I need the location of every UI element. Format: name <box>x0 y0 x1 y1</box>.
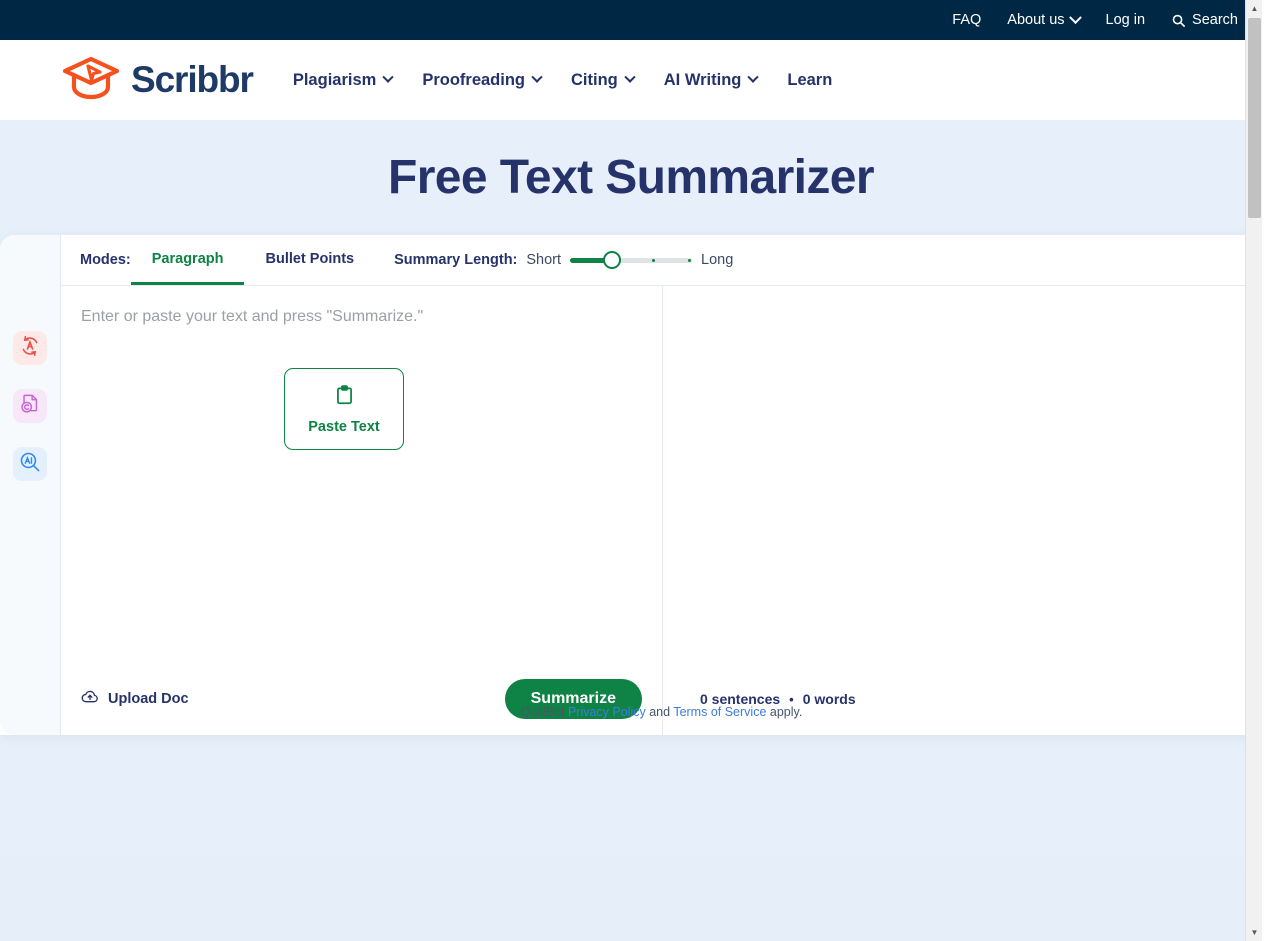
scrollbar-thumb[interactable] <box>1248 18 1261 218</box>
editor-panes: Enter or paste your text and press "Summ… <box>61 286 1262 735</box>
chevron-down-icon <box>747 71 760 83</box>
paste-text-button[interactable]: Paste Text <box>284 368 404 450</box>
mode-tabs: Paragraph Bullet Points <box>130 235 375 285</box>
privacy-policy-link[interactable]: Privacy Policy <box>568 705 646 719</box>
nav-item-ai-writing[interactable]: AI Writing <box>663 70 760 90</box>
topbar-item-about-us[interactable]: About us <box>1007 10 1082 28</box>
slider-min-label: Short <box>526 252 562 268</box>
main-navigation: Scribbr Plagiarism Proofreading Citing A… <box>0 40 1262 120</box>
nav-links: Plagiarism Proofreading Citing AI Writin… <box>293 71 832 90</box>
text-input-area[interactable]: Enter or paste your text and press "Summ… <box>61 286 662 663</box>
topbar-item-search[interactable]: Search <box>1171 12 1238 28</box>
nav-citing-label: Citing <box>571 70 618 89</box>
legal-prefix: QuillBot <box>520 705 568 719</box>
clipboard-icon <box>334 384 355 411</box>
input-pane: Enter or paste your text and press "Summ… <box>61 286 663 735</box>
brand-name: Scribbr <box>131 59 254 100</box>
topbar-item-login[interactable]: Log in <box>1106 12 1146 28</box>
chevron-down-icon <box>382 71 394 83</box>
scroll-up-arrow[interactable]: ▲ <box>1246 0 1262 17</box>
nav-item-plagiarism[interactable]: Plagiarism <box>292 70 394 90</box>
tab-paragraph-label: Paragraph <box>151 250 224 267</box>
nav-plagiarism-label: Plagiarism <box>292 70 377 89</box>
topbar-login-label: Log in <box>1105 12 1146 28</box>
modes-label: Modes: <box>80 252 131 268</box>
tab-bullet-points[interactable]: Bullet Points <box>244 235 375 285</box>
page-root: FAQ About us Log in Search Scribbr Plagi… <box>0 0 1262 941</box>
paste-text-label: Paste Text <box>308 418 380 435</box>
slider-tick-1 <box>573 258 577 262</box>
chevron-down-icon <box>624 71 636 83</box>
nav-item-proofreading[interactable]: Proofreading <box>422 70 543 90</box>
slider-max-label: Long <box>701 252 734 268</box>
topbar-search-label: Search <box>1192 12 1238 28</box>
topbar-faq-label: FAQ <box>952 12 982 28</box>
ai-magnifier-icon <box>19 451 41 478</box>
scroll-down-arrow[interactable]: ▼ <box>1246 924 1262 941</box>
slider-thumb[interactable] <box>603 251 622 269</box>
page-title: Free Text Summarizer <box>388 151 875 204</box>
chevron-down-icon <box>531 71 543 83</box>
graduation-cap-cursor-icon <box>60 55 122 106</box>
page-scrollbar[interactable]: ▲ ▼ <box>1245 0 1262 941</box>
circular-arrows-a-icon <box>19 335 41 362</box>
summarizer-card: Modes: Paragraph Bullet Points Summary L… <box>0 235 1262 735</box>
legal-notice: QuillBot Privacy Policy and Terms of Ser… <box>61 705 1262 719</box>
app-card-region: Modes: Paragraph Bullet Points Summary L… <box>0 235 1262 941</box>
input-pane-footer: Upload Doc Summarize <box>61 663 662 735</box>
tab-paragraph[interactable]: Paragraph <box>130 235 245 285</box>
hero-section: Free Text Summarizer <box>0 120 1262 235</box>
topbar-about-label: About us <box>1007 12 1065 28</box>
nav-ai-writing-label: AI Writing <box>663 70 742 89</box>
input-placeholder: Enter or paste your text and press "Summ… <box>81 308 424 325</box>
slider-tick-4 <box>688 258 692 262</box>
topbar-item-faq[interactable]: FAQ <box>952 12 981 28</box>
terms-of-service-link[interactable]: Terms of Service <box>673 705 766 719</box>
output-pane: 0 sentences • 0 words <box>663 286 1262 735</box>
rail-item-citation-generator[interactable] <box>13 389 47 423</box>
legal-suffix: apply. <box>766 705 803 719</box>
scribbr-logo[interactable]: Scribbr <box>60 55 254 106</box>
nav-learn-label: Learn <box>787 70 833 89</box>
nav-proofreading-label: Proofreading <box>422 70 525 89</box>
chevron-down-icon <box>1068 10 1082 24</box>
output-pane-footer: 0 sentences • 0 words <box>663 663 1262 735</box>
nav-item-learn[interactable]: Learn <box>787 71 832 90</box>
rail-item-ai-detector[interactable] <box>13 447 47 481</box>
search-icon <box>1171 13 1186 28</box>
slider-tick-3 <box>652 258 656 262</box>
summary-output-area <box>663 286 1262 663</box>
legal-middle: and <box>645 705 674 719</box>
summary-length-label: Summary Length: <box>394 252 518 268</box>
nav-item-citing[interactable]: Citing <box>571 70 636 90</box>
summary-length-group: Summary Length: Short Long <box>394 235 733 285</box>
rail-item-paraphraser[interactable] <box>13 331 47 365</box>
tool-rail <box>0 235 61 735</box>
card-body: Modes: Paragraph Bullet Points Summary L… <box>61 235 1262 735</box>
summary-length-slider[interactable] <box>570 250 693 270</box>
summarizer-toolbar: Modes: Paragraph Bullet Points Summary L… <box>61 235 1262 286</box>
document-c-icon <box>19 393 41 420</box>
tab-bullet-points-label: Bullet Points <box>265 250 355 267</box>
utility-bar: FAQ About us Log in Search <box>0 0 1262 40</box>
